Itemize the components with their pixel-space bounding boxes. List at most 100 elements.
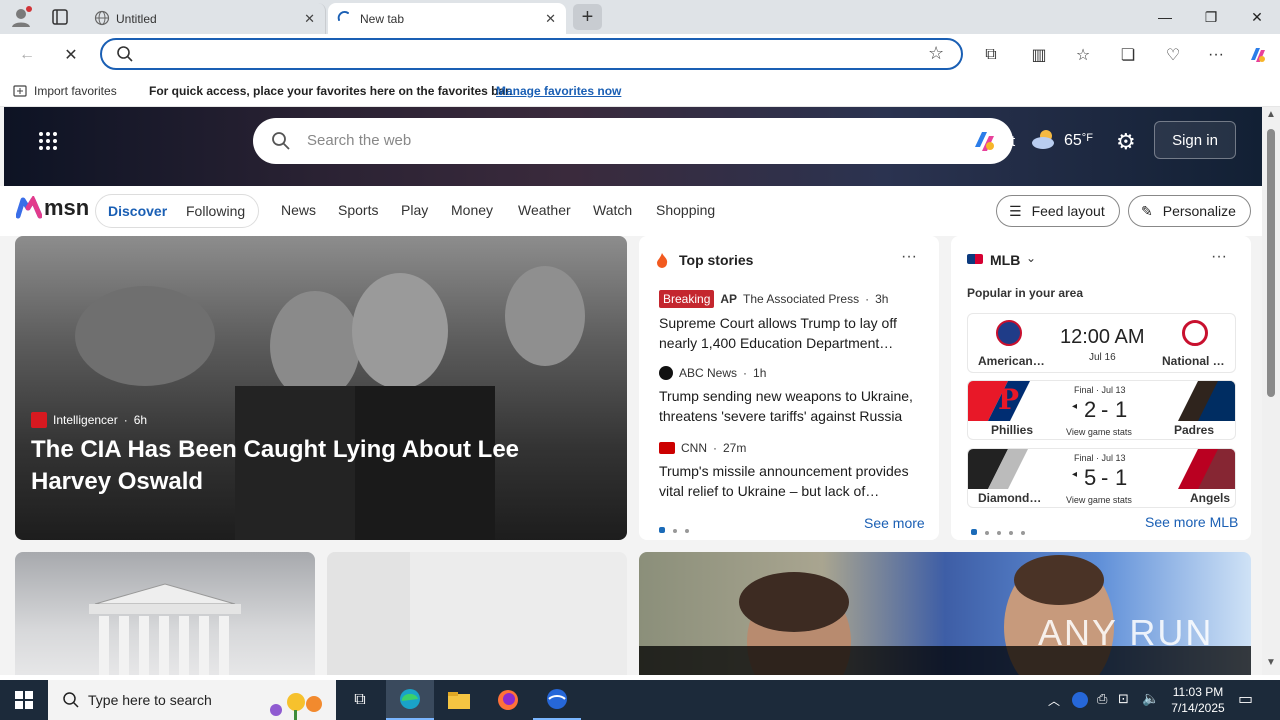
more-menu-icon[interactable]: ··· (1203, 42, 1229, 68)
mlb-subtitle: Popular in your area (967, 286, 1084, 300)
collections-icon[interactable]: ❏ (1115, 42, 1141, 68)
left-team-name: Diamond… (978, 491, 1042, 505)
more-options-icon[interactable]: ··· (1211, 248, 1227, 266)
volume-tray-icon[interactable]: 🔈 (1142, 690, 1159, 707)
new-tab-button[interactable]: + (573, 4, 602, 30)
story-source-name: ABC News (679, 366, 738, 380)
feed-layout-button[interactable]: ☰ Feed layout (996, 195, 1120, 227)
task-view-button[interactable]: ⧉ (336, 680, 384, 720)
device-tray-icon[interactable]: ⎙ (1097, 691, 1107, 707)
game-card[interactable]: P Phillies Final · Jul 13 ◂ 2 - 1 View g… (967, 380, 1236, 440)
copilot-search-icon[interactable] (971, 127, 999, 160)
network-tray-icon[interactable] (1071, 691, 1089, 714)
taskbar-search-input[interactable]: Type here to search (88, 692, 212, 708)
nav-sports[interactable]: Sports (338, 202, 378, 218)
nav-news[interactable]: News (281, 202, 316, 218)
personalize-button[interactable]: ✎ Personalize (1128, 195, 1251, 227)
tab-actions-icon[interactable] (50, 8, 70, 26)
web-search-input[interactable]: Search the web (307, 132, 411, 149)
favorites-icon[interactable]: ☆ (1070, 42, 1096, 68)
stop-loading-icon[interactable]: ✕ (58, 42, 84, 68)
carousel-dots[interactable] (971, 522, 1033, 540)
temperature[interactable]: 65°F (1064, 132, 1093, 150)
sign-in-button[interactable]: Sign in (1154, 121, 1236, 159)
apps-grid-icon[interactable] (38, 131, 58, 156)
close-tab-icon[interactable]: ✕ (545, 11, 556, 27)
browser-essentials-icon[interactable]: ♡ (1160, 42, 1186, 68)
supreme-court-image (89, 583, 241, 675)
minimize-button[interactable]: — (1142, 0, 1188, 34)
wifi-tray-icon[interactable]: ⊡ (1118, 691, 1129, 707)
nav-money[interactable]: Money (451, 202, 493, 218)
restore-button[interactable]: ❐ (1188, 0, 1234, 34)
page-scrollbar[interactable]: ▲ ▼ (1262, 107, 1280, 675)
see-more-link[interactable]: See more (864, 515, 925, 531)
top-stories-title[interactable]: Top stories (679, 252, 753, 268)
carousel-dots[interactable] (659, 520, 697, 538)
intelligencer-logo-icon (31, 412, 47, 428)
game-card[interactable]: American… 12:00 AM Jul 16 National … (967, 313, 1236, 373)
loading-spinner-icon (336, 10, 352, 29)
notifications-icon[interactable]: ▭ (1238, 689, 1253, 709)
mlb-title[interactable]: MLB (990, 252, 1020, 268)
loading-placeholder (327, 552, 410, 675)
close-tab-icon[interactable]: ✕ (304, 11, 315, 27)
scroll-thumb[interactable] (1267, 129, 1275, 397)
split-screen-icon[interactable]: ▥ (1026, 42, 1052, 68)
weather-location[interactable]: rt (1006, 133, 1015, 150)
story-headline[interactable]: Trump sending new weapons to Ukraine, th… (659, 386, 925, 426)
file-explorer-icon[interactable] (435, 680, 483, 720)
tab-discover[interactable]: Discover (108, 203, 167, 219)
web-search-box[interactable]: Search the web (253, 118, 1013, 164)
import-favorites-button[interactable]: Import favorites (34, 84, 117, 98)
tab-untitled[interactable]: Untitled ✕ (84, 3, 326, 34)
settings-gear-icon[interactable]: ⚙ (1116, 129, 1136, 155)
back-icon[interactable]: ← (14, 42, 40, 68)
taskbar-clock[interactable]: 11:03 PM 7/14/2025 (1166, 684, 1230, 716)
edge-taskbar-icon[interactable] (386, 680, 434, 720)
nav-watch[interactable]: Watch (593, 202, 632, 218)
profile-icon[interactable] (8, 5, 34, 29)
start-button[interactable] (0, 680, 48, 720)
view-game-stats-link[interactable]: View game stats (1066, 427, 1132, 437)
favorite-star-icon[interactable]: ☆ (928, 43, 944, 64)
chevron-down-icon[interactable]: ⌄ (1026, 251, 1036, 265)
more-options-icon[interactable]: ··· (901, 248, 917, 266)
diamondbacks-stripe (968, 449, 1028, 489)
windows-taskbar: Type here to search ⧉ ︿ ⎙ ⊡ 🔈 11:03 PM 7… (0, 680, 1280, 720)
close-window-button[interactable]: ✕ (1234, 0, 1280, 34)
msn-logo[interactable]: msn (16, 195, 89, 221)
story-headline[interactable]: Supreme Court allows Trump to lay off ne… (659, 313, 921, 353)
extensions-icon[interactable]: ⧉ (978, 42, 1004, 68)
tab-following[interactable]: Following (186, 203, 245, 219)
nav-play[interactable]: Play (401, 202, 428, 218)
nav-weather[interactable]: Weather (518, 202, 571, 218)
app-taskbar-icon[interactable] (533, 680, 581, 720)
ap-logo-icon: AP (720, 292, 738, 306)
hero-headline[interactable]: The CIA Has Been Caught Lying About Lee … (31, 434, 601, 498)
copilot-icon[interactable] (1245, 42, 1271, 68)
right-team-name: Angels (1190, 491, 1231, 505)
taskbar-search-box[interactable]: Type here to search (48, 680, 336, 720)
show-hidden-icons-chevron-icon[interactable]: ︿ (1048, 692, 1060, 709)
nav-shopping[interactable]: Shopping (656, 202, 715, 218)
address-bar[interactable]: ☆ (100, 38, 963, 70)
scroll-down-icon[interactable]: ▼ (1266, 657, 1276, 668)
scroll-up-icon[interactable]: ▲ (1266, 109, 1276, 120)
tab-new-tab[interactable]: New tab ✕ (328, 3, 566, 34)
hero-news-card[interactable]: Intelligencer · 6h The CIA Has Been Caught… (15, 236, 627, 540)
firefox-icon[interactable] (484, 680, 532, 720)
story-headline[interactable]: Trump's missile announcement provides vi… (659, 461, 921, 501)
see-more-mlb-link[interactable]: See more MLB (1145, 514, 1238, 530)
supreme-court-card[interactable] (15, 552, 315, 675)
score-right: 1 (1115, 397, 1128, 422)
msn-butterfly-icon (16, 196, 42, 219)
cnn-logo-icon (659, 442, 675, 454)
sliders-icon: ☰ (1009, 202, 1022, 219)
game-status: Final · Jul 13 (1074, 385, 1126, 395)
hero-banner: Search the web rt 65°F ⚙ Sign in (4, 107, 1262, 186)
manage-favorites-link[interactable]: Manage favorites now (496, 84, 621, 98)
globe-icon (94, 10, 110, 29)
view-game-stats-link[interactable]: View game stats (1066, 495, 1132, 505)
game-card[interactable]: Diamond… Final · Jul 13 ◂ 5 - 1 View gam… (967, 448, 1236, 508)
